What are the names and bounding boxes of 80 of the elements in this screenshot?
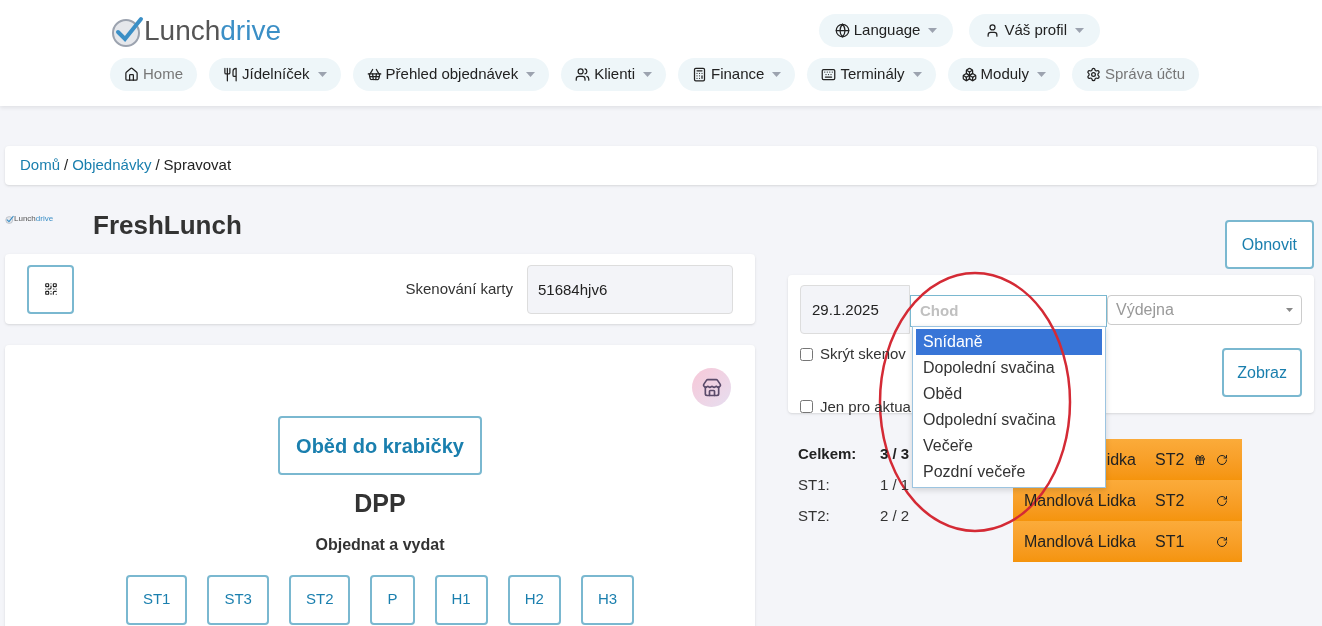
- nav-item[interactable]: Přehled objednávek: [352, 58, 550, 91]
- store-icon: [701, 377, 722, 398]
- nav-item[interactable]: Klienti: [561, 58, 667, 91]
- rotate-icon: [1216, 535, 1228, 548]
- rotate-icon: [1216, 453, 1228, 466]
- utensils-icon: [223, 67, 238, 82]
- settings-icon: [1085, 67, 1101, 82]
- top-menu-button[interactable]: Language: [818, 14, 954, 47]
- basket-icon: [366, 67, 382, 82]
- register-icon: [692, 67, 708, 82]
- breadcrumb-separator: /: [64, 155, 69, 176]
- order-name: Mandlová Lidka: [1022, 490, 1136, 511]
- caret-icon: [1075, 28, 1084, 33]
- boxes-icon: [961, 67, 977, 82]
- qr-icon: [43, 282, 58, 296]
- outlet-placeholder: Výdejna: [1116, 300, 1174, 320]
- breadcrumb-link[interactable]: Objednávky: [72, 154, 152, 177]
- caret-icon: [1286, 308, 1293, 312]
- nav-item[interactable]: Správa účtu: [1071, 58, 1199, 91]
- meal-subtitle: Objednat a vydat: [315, 534, 445, 555]
- order-row[interactable]: Mandlová Lidka ST2: [1013, 480, 1242, 521]
- order-station: ST1: [1155, 531, 1186, 552]
- station-button[interactable]: ST1: [125, 574, 188, 625]
- station-button[interactable]: H1: [434, 574, 488, 625]
- checkbox[interactable]: [800, 347, 813, 361]
- refresh-button[interactable]: Obnovit: [1224, 220, 1314, 269]
- show-button[interactable]: Zobraz: [1222, 348, 1302, 397]
- home-icon: [124, 67, 139, 82]
- stat-value: 1 / 1: [880, 475, 910, 495]
- logo: Lunchdrive: [110, 14, 281, 47]
- users-icon: [575, 67, 591, 82]
- check-icon: [110, 14, 144, 47]
- caret-icon: [317, 72, 327, 77]
- breadcrumb-current: Spravovat: [163, 155, 232, 176]
- date-field[interactable]: 29.1.2025: [800, 285, 910, 334]
- caret-icon: [772, 72, 782, 77]
- stat-label: ST2:: [798, 506, 831, 526]
- order-station: ST2: [1155, 449, 1186, 470]
- station-button[interactable]: H2: [507, 574, 561, 625]
- lunchbox-button[interactable]: Oběd do krabičky: [278, 416, 482, 475]
- stat-value: 3 / 3: [880, 444, 910, 464]
- dropdown-option[interactable]: Oběd: [916, 381, 1102, 407]
- scan-field[interactable]: 51684hjv6: [527, 264, 733, 314]
- order-name: Mandlová Lidka: [1022, 531, 1136, 552]
- stat-label: Celkem:: [798, 444, 858, 464]
- station-button[interactable]: H3: [580, 574, 635, 625]
- page-title: FreshLunch: [93, 208, 242, 242]
- check-icon: [5, 214, 14, 224]
- order-station: ST2: [1155, 490, 1186, 511]
- breadcrumb-link[interactable]: Domů: [20, 154, 60, 177]
- small-logo: Lunchdrive: [5, 213, 93, 225]
- caret-icon: [912, 72, 922, 77]
- order-row[interactable]: Mandlová Lidka ST1: [1013, 521, 1242, 562]
- nav-item[interactable]: Home: [110, 58, 197, 91]
- nav-item[interactable]: Moduly: [947, 58, 1060, 91]
- nav-item[interactable]: Jídelníček: [209, 58, 341, 91]
- station-button[interactable]: ST3: [207, 574, 269, 625]
- caret-icon: [928, 28, 938, 33]
- dropdown-option[interactable]: Odpolední svačina: [916, 407, 1102, 433]
- caret-icon: [1036, 72, 1046, 77]
- globe-icon: [834, 23, 850, 38]
- top-menu-button[interactable]: Váš profil: [969, 14, 1100, 47]
- checkbox[interactable]: [800, 400, 813, 414]
- dropdown-option[interactable]: Snídaně: [916, 329, 1102, 355]
- station-button[interactable]: ST2: [288, 574, 351, 625]
- scan-label: Skenování karty: [405, 278, 513, 299]
- stat-value: 2 / 2: [880, 506, 910, 526]
- qr-button[interactable]: [27, 264, 74, 314]
- stat-label: ST1:: [798, 475, 831, 495]
- station-button[interactable]: P: [370, 574, 415, 625]
- rotate-icon: [1216, 494, 1228, 507]
- caret-icon: [643, 72, 653, 77]
- caret-icon: [526, 72, 536, 77]
- breadcrumb-separator: /: [155, 155, 160, 176]
- meal-title: DPP: [354, 488, 406, 519]
- dropdown-option[interactable]: Dopolední svačina: [916, 355, 1102, 381]
- nav-item[interactable]: Finance: [678, 58, 796, 91]
- keyboard-icon: [821, 67, 837, 82]
- nav-item[interactable]: Terminály: [807, 58, 936, 91]
- user-icon: [985, 23, 1001, 38]
